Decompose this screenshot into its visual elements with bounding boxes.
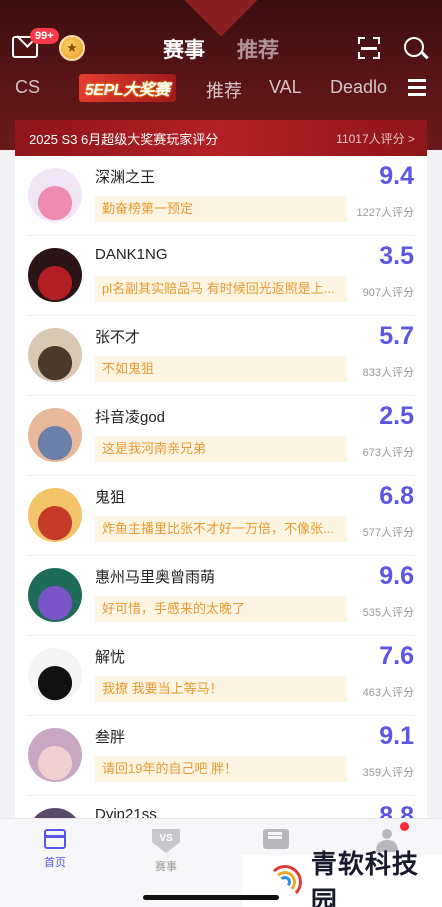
home-indicator — [143, 895, 279, 900]
nav-match[interactable]: VS 赛事 — [136, 829, 196, 874]
nav-home-label: 首页 — [44, 857, 66, 869]
player-name: 鬼狙 — [95, 489, 126, 506]
profile-notification-dot — [400, 822, 409, 831]
player-avatar[interactable] — [28, 728, 82, 782]
player-name: DANK1NG — [95, 246, 168, 263]
player-row[interactable]: DANK1NG 3.5 pl名副其实赔品马 有时候回光返照是上... 907人评分 — [15, 236, 427, 316]
subnav-cs[interactable]: CS — [15, 77, 40, 98]
tab-tuijian[interactable]: 推荐 — [237, 34, 279, 64]
rater-count: 1227人评分 — [356, 207, 414, 219]
game-subnav: CS 推荐 VAL Deadlo — [0, 77, 442, 101]
rater-count: 463人评分 — [362, 687, 414, 699]
player-score: 2.5 — [379, 402, 414, 430]
player-avatar[interactable] — [28, 408, 82, 462]
player-score: 5.7 — [379, 322, 414, 350]
subnav-recommend[interactable]: 推荐 — [206, 77, 242, 103]
rating-card-header[interactable]: 2025 S3 6月超级大奖赛玩家评分 11017人评分 > — [15, 120, 427, 156]
rating-card-title: 2025 S3 6月超级大奖赛玩家评分 — [29, 131, 219, 147]
subnav-deadlock[interactable]: Deadlo — [330, 77, 387, 98]
player-name: 深渊之王 — [95, 169, 156, 186]
search-icon[interactable] — [404, 37, 424, 57]
home-icon — [44, 829, 66, 849]
scan-icon[interactable] — [358, 37, 380, 59]
player-row[interactable]: 张不才 5.7 不如鬼狙 833人评分 — [15, 316, 427, 396]
vs-icon: VS — [152, 829, 180, 853]
top-comment[interactable]: 不如鬼狙 — [95, 356, 347, 382]
player-row[interactable]: Dyin21ss 8.8 — [15, 796, 427, 820]
player-name: 叁胖 — [95, 729, 126, 746]
player-row[interactable]: 惠州马里奥曾雨萌 9.6 好可惜，手感来的太晚了 535人评分 — [15, 556, 427, 636]
player-name: 抖音凌god — [95, 409, 166, 426]
player-avatar[interactable] — [28, 328, 82, 382]
chat-icon — [263, 829, 289, 849]
top-comment[interactable]: 炸鱼主播里比张不才好一万倍，不像张... — [95, 516, 347, 542]
top-comment[interactable]: 勤奋榜第一预定 — [95, 196, 347, 222]
5epl-brand-tab[interactable]: 5EPL大奖赛 — [79, 74, 176, 102]
top-comment[interactable]: pl名副其实赔品马 有时候回光返照是上... — [95, 276, 347, 302]
notification-badge: 99+ — [30, 28, 59, 44]
rater-count: 535人评分 — [362, 607, 414, 619]
player-row[interactable]: 深渊之王 9.4 勤奋榜第一预定 1227人评分 — [15, 156, 427, 236]
player-avatar[interactable] — [28, 568, 82, 622]
rating-card: 2025 S3 6月超级大奖赛玩家评分 11017人评分 > 深渊之王 9.4 勤奋… — [15, 120, 427, 820]
player-name: 张不才 — [95, 329, 141, 346]
player-avatar[interactable] — [28, 488, 82, 542]
nav-home[interactable]: 首页 — [25, 829, 85, 870]
player-row[interactable]: 鬼狙 6.8 炸鱼主播里比张不才好一万倍，不像张... 577人评分 — [15, 476, 427, 556]
rater-count: 359人评分 — [362, 767, 414, 779]
player-score: 9.4 — [379, 162, 414, 190]
player-avatar[interactable] — [28, 168, 82, 222]
player-avatar[interactable] — [28, 648, 82, 702]
rater-count: 577人评分 — [362, 527, 414, 539]
player-row[interactable]: 叁胖 9.1 请回19年的自己吧 胖！ 359人评分 — [15, 716, 427, 796]
player-score: 6.8 — [379, 482, 414, 510]
player-score: 3.5 — [379, 242, 414, 270]
subnav-val[interactable]: VAL — [269, 77, 302, 98]
player-name: 解忧 — [95, 649, 126, 666]
top-comment[interactable]: 请回19年的自己吧 胖！ — [95, 756, 347, 782]
player-avatar[interactable] — [28, 248, 82, 302]
rater-count: 833人评分 — [362, 367, 414, 379]
nav-community[interactable] — [246, 829, 306, 849]
rater-count: 673人评分 — [362, 447, 414, 459]
watermark-text: 青软科技园 — [310, 849, 419, 907]
player-name: 惠州马里奥曾雨萌 — [95, 569, 216, 586]
top-comment[interactable]: 这是我河南亲兄弟 — [95, 436, 347, 462]
tab-saishi[interactable]: 赛事 — [163, 34, 205, 64]
top-comment[interactable]: 我撩 我要当上等马！ — [95, 676, 347, 702]
header-decoration — [164, 0, 278, 37]
player-score: 9.1 — [379, 722, 414, 750]
rater-count: 907人评分 — [362, 287, 414, 299]
player-score: 9.6 — [379, 562, 414, 590]
nav-match-label: 赛事 — [155, 861, 177, 873]
rating-total-count[interactable]: 11017人评分 > — [336, 130, 415, 147]
coin-icon[interactable]: ★ — [59, 35, 85, 61]
player-score: 7.6 — [379, 642, 414, 670]
player-row[interactable]: 抖音凌god 2.5 这是我河南亲兄弟 673人评分 — [15, 396, 427, 476]
menu-icon[interactable] — [408, 79, 426, 96]
player-row[interactable]: 解忧 7.6 我撩 我要当上等马！ 463人评分 — [15, 636, 427, 716]
top-comment[interactable]: 好可惜，手感来的太晚了 — [95, 596, 347, 622]
